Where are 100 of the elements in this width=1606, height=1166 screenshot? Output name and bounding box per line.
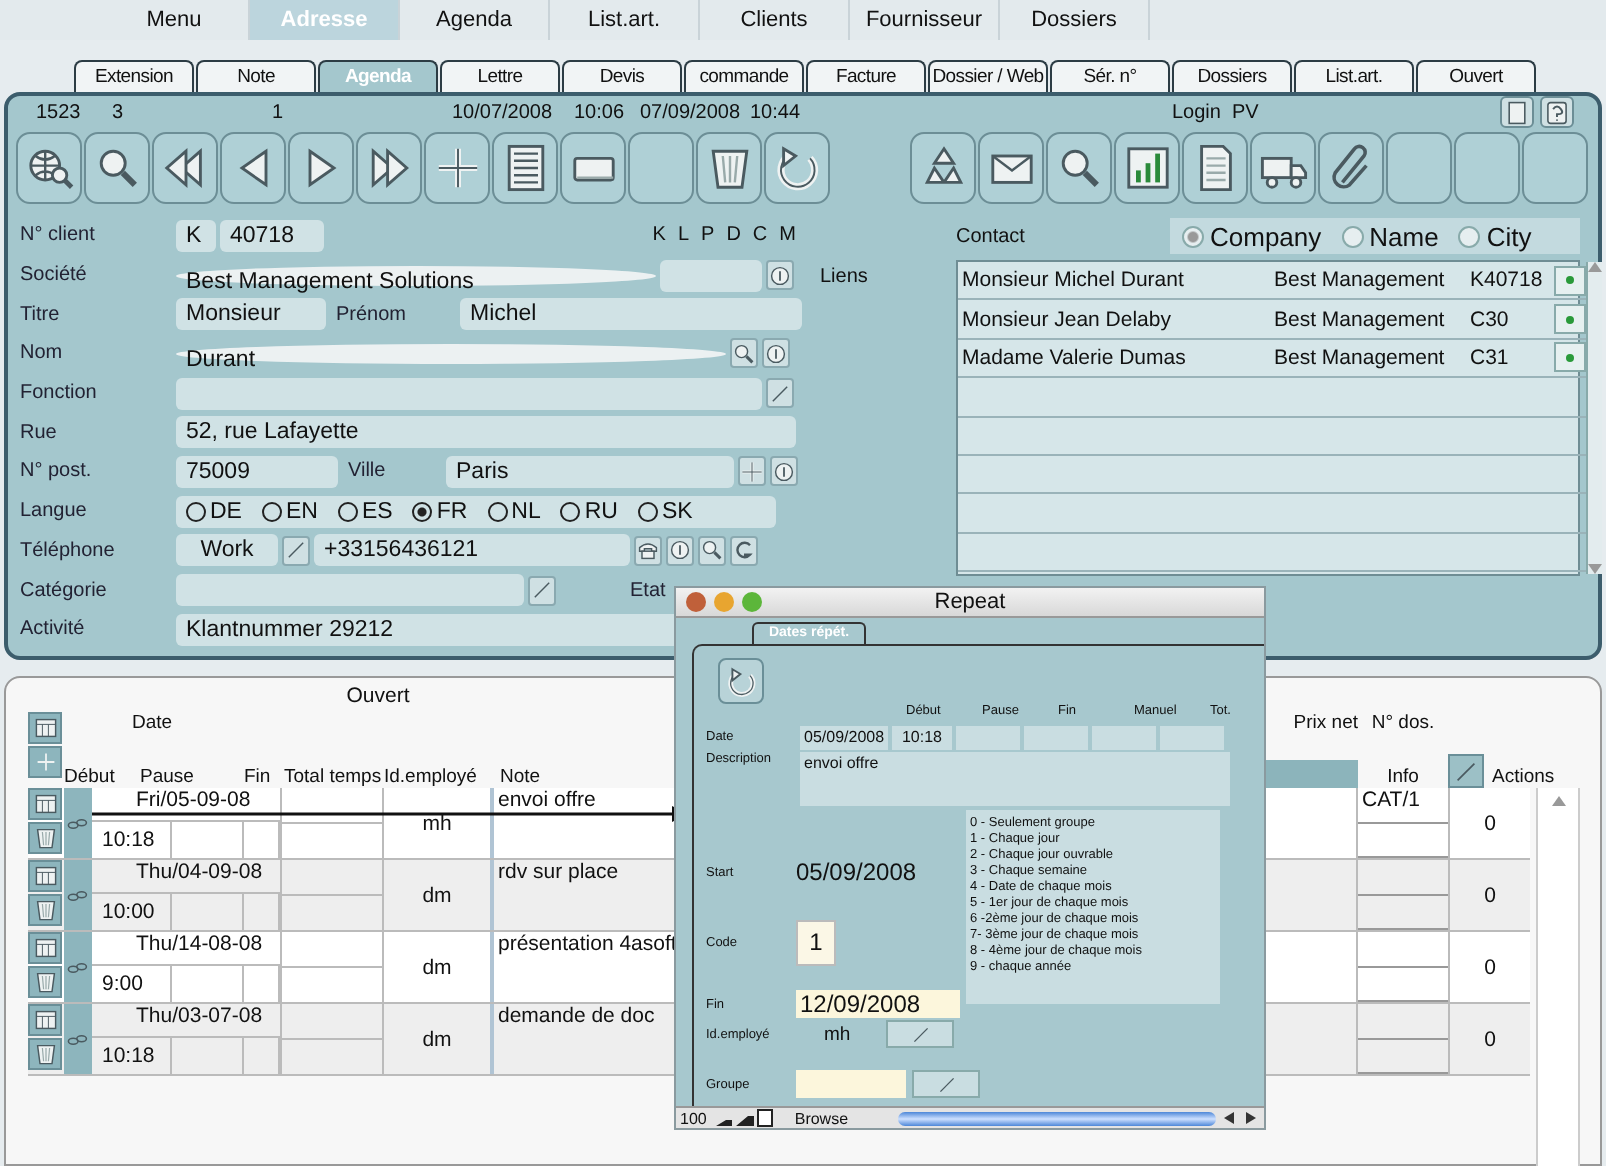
contact-name[interactable]: Madame Valerie Dumas [962,345,1274,370]
search-by-radio[interactable]: Company [1182,221,1322,251]
menu-tab[interactable]: Agenda [400,0,550,40]
toolbar-button[interactable] [356,132,422,204]
toolbar-button[interactable] [910,132,976,204]
calendar-button[interactable] [28,932,62,964]
toolbar-button[interactable] [560,132,626,204]
go-button[interactable] [1554,265,1586,296]
language-radio[interactable]: DE [186,495,242,528]
zoom-level[interactable]: 100 [676,1109,707,1127]
tab[interactable]: Note [196,60,316,92]
toolbar-button[interactable] [152,132,218,204]
input-field[interactable] [660,259,762,292]
info-button[interactable] [666,535,694,566]
toolbar-button[interactable] [1250,132,1316,204]
contact-name[interactable]: Monsieur Jean Delaby [962,307,1274,332]
help-button[interactable] [1540,96,1574,128]
toolbar-button[interactable] [1046,132,1112,204]
toolbar-button[interactable] [696,132,762,204]
tab[interactable]: commande [684,60,804,92]
input-field[interactable] [1024,725,1088,749]
toolbar-button[interactable] [84,132,150,204]
language-radio[interactable]: FR [412,495,468,528]
language-radio[interactable]: RU [560,495,618,528]
city-field[interactable]: Paris [446,455,734,488]
search-button[interactable] [730,338,758,369]
add-button[interactable] [28,746,62,778]
toolbar-button[interactable] [764,132,830,204]
toolbar-button[interactable] [1182,132,1248,204]
client-prefix-field[interactable]: K [176,219,216,252]
delete-button[interactable] [28,894,62,926]
tab[interactable]: Lettre [440,60,560,92]
menu-tab[interactable]: List.art. [550,0,700,40]
title-field[interactable]: Monsieur [176,298,326,331]
tab[interactable]: Dossiers [1172,60,1292,92]
toolbar-button[interactable] [288,132,354,204]
phone-button[interactable] [634,535,662,566]
tab[interactable]: Dossier / Web [928,60,1048,92]
language-radio[interactable]: SK [637,495,693,528]
tab[interactable]: Ouvert [1416,60,1536,92]
toolbar-button[interactable] [16,132,82,204]
phone-type-field[interactable]: Work [176,534,278,567]
contact-name[interactable]: Monsieur Michel Durant [962,268,1274,293]
toolbar-button[interactable] [424,132,490,204]
input-field[interactable] [956,725,1020,749]
tab[interactable]: Extension [74,60,194,92]
language-radio[interactable]: EN [261,495,318,528]
tab[interactable]: Sér. n° [1050,60,1170,92]
tab[interactable]: Facture [806,60,926,92]
info-button[interactable] [766,260,794,291]
function-field[interactable] [176,377,762,410]
toolbar-button[interactable] [1114,132,1180,204]
tab[interactable]: Devis [562,60,682,92]
date-field[interactable]: 05/09/2008 [800,725,888,749]
postcode-field[interactable]: 75009 [176,455,338,488]
end-date-field[interactable]: 12/09/2008 [796,990,960,1018]
toolbar-button[interactable] [1318,132,1384,204]
search-by-radio[interactable]: City [1458,221,1532,251]
toolbar-button[interactable] [220,132,286,204]
view-mode-icon[interactable] [714,1108,775,1128]
calendar-button[interactable] [28,788,62,820]
refresh-button[interactable] [718,658,764,704]
clipboard-button[interactable] [1500,96,1534,128]
first-name-field[interactable]: Michel [460,298,802,331]
scroll-up-icon[interactable] [1551,796,1565,806]
toolbar-button[interactable] [492,132,558,204]
calendar-button[interactable] [28,860,62,892]
delete-button[interactable] [28,822,62,854]
close-button[interactable] [686,592,706,612]
group-field[interactable] [796,1070,906,1098]
tab[interactable]: List.art. [1294,60,1414,92]
scrollbar[interactable] [898,1111,1216,1125]
menu-tab[interactable]: Fournisseur [850,0,1000,40]
language-radio[interactable]: ES [337,495,393,528]
search-by-radio[interactable]: Name [1341,221,1439,251]
phone-field[interactable]: +33156436121 [314,534,630,567]
client-number-field[interactable]: 40718 [220,219,324,252]
info-button[interactable] [770,456,798,487]
toolbar-button[interactable] [978,132,1044,204]
delete-button[interactable] [28,1038,62,1070]
description-field[interactable]: envoi offre [800,752,1230,806]
code-field[interactable]: 1 [796,919,836,965]
time-field[interactable]: 10:18 [892,725,952,749]
go-button[interactable] [1554,304,1586,335]
street-field[interactable]: 52, rue Lafayette [176,416,796,449]
go-button[interactable] [1554,342,1586,373]
search-button[interactable] [698,535,726,566]
language-radio[interactable]: NL [487,495,541,528]
scroll-arrows-icon[interactable] [1224,1112,1256,1124]
scrollbar[interactable] [1536,788,1580,1166]
menu-tab[interactable]: Dossiers [1000,0,1150,40]
input-field[interactable] [1092,725,1156,749]
edit-button[interactable] [1448,754,1484,788]
calendar-button[interactable] [28,712,62,744]
menu-tab[interactable]: Clients [700,0,850,40]
category-field[interactable] [176,574,524,607]
info-button[interactable] [762,338,790,369]
delete-button[interactable] [28,966,62,998]
last-name-field[interactable]: Durant [176,343,726,364]
calendar-button[interactable] [28,1004,62,1036]
